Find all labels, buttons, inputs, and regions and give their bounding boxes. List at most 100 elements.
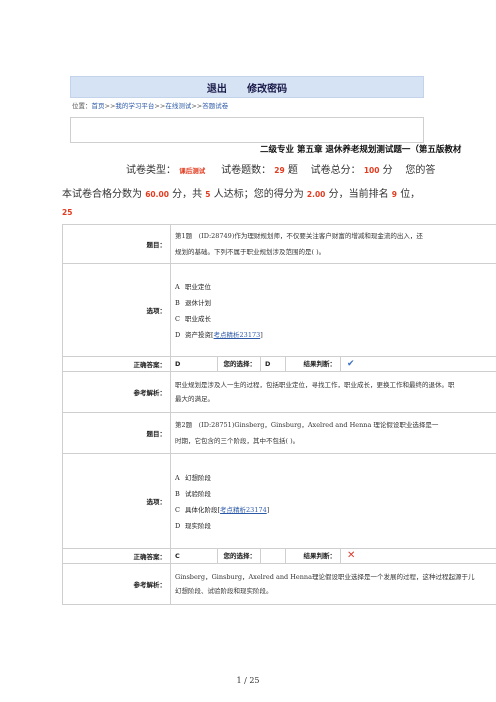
breadcrumb-separator: >> (104, 102, 116, 110)
option-bracket: ] (260, 331, 263, 339)
answer-inline: D 您的选择： D 结果判断： ✔ (171, 357, 496, 371)
option-c[interactable]: C 具体化阶段[考点精析23174] (175, 502, 496, 518)
option-text: 职业成长 (185, 315, 211, 323)
analysis-label: 参考解析： (62, 371, 171, 413)
option-key: A (175, 474, 180, 482)
count-unit: 题 (287, 165, 298, 176)
option-text: 具体化阶段[ (185, 506, 221, 514)
option-d[interactable]: D 现实阶段 (175, 518, 496, 534)
question-table: 题目： 第1题 (ID:28749)作为理财规划师，不仅要关注客户财富的增减和现… (62, 224, 496, 605)
breadcrumb-prefix: 位置： (72, 102, 92, 110)
question-text: 第2题 (ID:28751)Ginsberg，Ginsburg，Axelred … (170, 412, 496, 454)
check-icon: ✔ (347, 359, 355, 369)
option-text: 现实阶段 (185, 522, 211, 530)
question-text-line: 规划的基础。下列不属于职业规划涉及范围的是( )。 (175, 248, 326, 256)
question-row: 题目： 第2题 (ID:28751)Ginsberg，Ginsburg，Axel… (62, 412, 496, 454)
result-label: 结果判断： (286, 549, 341, 563)
people-unit: 人达标；您的得分为 (213, 189, 304, 200)
option-a[interactable]: A 幻想阶段 (175, 470, 496, 486)
question-text: 第1题 (ID:28749)作为理财规划师，不仅要关注客户财富的增减和现金流的出… (170, 224, 496, 264)
empty-panel (70, 117, 424, 143)
knowledge-point-link[interactable]: 考点精析23173 (214, 331, 261, 339)
breadcrumb-online-test-link[interactable]: 在线测试 (165, 102, 191, 110)
analysis-line: 最大的满足。 (175, 395, 214, 403)
option-key: B (175, 299, 180, 307)
paper-title: 二级专业 第五章 退休养老规划测试题一（第五版教材 (260, 145, 462, 155)
pass-unit: 分，共 (172, 189, 203, 200)
option-text: 试验阶段 (185, 490, 211, 498)
option-text: 资产投资[ (185, 331, 214, 339)
options-label: 选项： (62, 453, 171, 549)
answer-row: 正确答案： C 您的选择： 结果判断： ✕ (62, 548, 496, 564)
analysis-text: Ginsberg，Ginsburg，Axelred and Henna理论假设职… (170, 563, 496, 605)
correct-answer: C (171, 549, 218, 563)
options-list: A 幻想阶段 B 试验阶段 C 具体化阶段[考点精析23174] D 现实阶段 (170, 453, 496, 549)
my-score-unit: 分，当前排名 (328, 189, 389, 200)
option-key: C (175, 315, 180, 323)
analysis-row: 参考解析： 职业规划是涉及人一生的过程，包括职业定位，寻找工作，职业成长，更换工… (62, 371, 496, 413)
breadcrumb-platform-link[interactable]: 我的学习平台 (115, 102, 154, 110)
option-key: A (175, 283, 180, 291)
type-value: 课后测试 (179, 167, 206, 175)
option-key: D (175, 522, 181, 530)
question-text-line: 第1题 (ID:28749)作为理财规划师，不仅要关注客户财富的增减和现金流的出… (175, 232, 423, 240)
question-text-line: 第2题 (ID:28751)Ginsberg，Ginsburg，Axelred … (175, 421, 439, 429)
rank-unit: 位， (400, 189, 421, 200)
cross-icon: ✕ (347, 550, 356, 561)
analysis-line: 幻想阶段、试验阶段和现实阶段。 (175, 587, 273, 595)
correct-label: 正确答案： (62, 356, 171, 372)
breadcrumb-separator: >> (154, 102, 166, 110)
paper-info-line-3: 25 (62, 208, 72, 217)
question-label: 题目： (62, 224, 171, 264)
my-score-value: 2.00 (306, 190, 326, 199)
option-key: B (175, 490, 180, 498)
correct-label: 正确答案： (62, 548, 171, 564)
option-key: D (175, 331, 181, 339)
your-choice-label: 您的选择： (218, 549, 261, 563)
paper-info-line-1: 试卷类型： 课后测试 试卷题数： 29 题 试卷总分： 100 分 您的答 (126, 161, 435, 176)
score-value: 100 (363, 166, 380, 175)
pass-value: 60.00 (145, 190, 169, 199)
analysis-row: 参考解析： Ginsberg，Ginsburg，Axelred and Henn… (62, 563, 496, 605)
options-row: 选项： A 幻想阶段 B 试验阶段 C 具体化阶段[考点精析23174] D 现实阶段 (62, 453, 496, 549)
answer-cells: C 您的选择： 结果判断： ✕ (170, 548, 496, 564)
correct-answer: D (171, 357, 218, 371)
score-label: 试卷总分： (310, 165, 361, 176)
count-label: 试卷题数： (221, 165, 272, 176)
option-d[interactable]: D 资产投资[考点精析23173] (175, 327, 496, 343)
result-label: 结果判断： (286, 357, 341, 371)
people-value: 5 (205, 190, 211, 199)
answer-cells: D 您的选择： D 结果判断： ✔ (170, 356, 496, 372)
logout-link[interactable]: 退出 (207, 84, 227, 95)
score-unit: 分 (382, 165, 393, 176)
paper-info-line-2: 本试卷合格分数为 60.00 分，共 5 人达标；您的得分为 2.00 分，当前… (62, 185, 420, 200)
question-text-line: 时期，它包含的三个阶段，其中不包括( )。 (175, 437, 300, 445)
option-text: 幻想阶段 (185, 474, 211, 482)
analysis-line: Ginsberg，Ginsburg，Axelred and Henna理论假设职… (175, 573, 475, 581)
options-label: 选项： (62, 263, 171, 357)
your-choice-value (261, 549, 286, 563)
knowledge-point-link[interactable]: 考点精析23174 (220, 506, 267, 514)
option-b[interactable]: B 试验阶段 (175, 486, 496, 502)
option-b[interactable]: B 退休计划 (175, 295, 496, 311)
top-nav-bar: 退出 修改密码 (70, 76, 424, 98)
option-text: 退休计划 (185, 299, 211, 307)
pass-label: 本试卷合格分数为 (62, 189, 142, 200)
total-value: 25 (62, 208, 73, 217)
answer-row: 正确答案： D 您的选择： D 结果判断： ✔ (62, 356, 496, 372)
analysis-label: 参考解析： (62, 563, 171, 605)
page-number: 1 / 25 (236, 676, 260, 685)
option-c[interactable]: C 职业成长 (175, 311, 496, 327)
breadcrumb-home-link[interactable]: 首页 (92, 102, 105, 110)
your-choice-label: 您的选择： (218, 357, 261, 371)
type-label: 试卷类型： (126, 165, 176, 176)
breadcrumb-separator: >> (191, 102, 203, 110)
option-bracket: ] (266, 506, 270, 514)
your-choice-value: D (261, 357, 286, 371)
question-label: 题目： (62, 412, 171, 454)
change-password-link[interactable]: 修改密码 (247, 84, 287, 95)
question-row: 题目： 第1题 (ID:28749)作为理财规划师，不仅要关注客户财富的增减和现… (62, 224, 496, 264)
option-a[interactable]: A 职业定位 (175, 279, 496, 295)
breadcrumb-current[interactable]: 答题试卷 (202, 102, 228, 110)
options-list: A 职业定位 B 退休计划 C 职业成长 D 资产投资[考点精析23173] (170, 263, 496, 357)
